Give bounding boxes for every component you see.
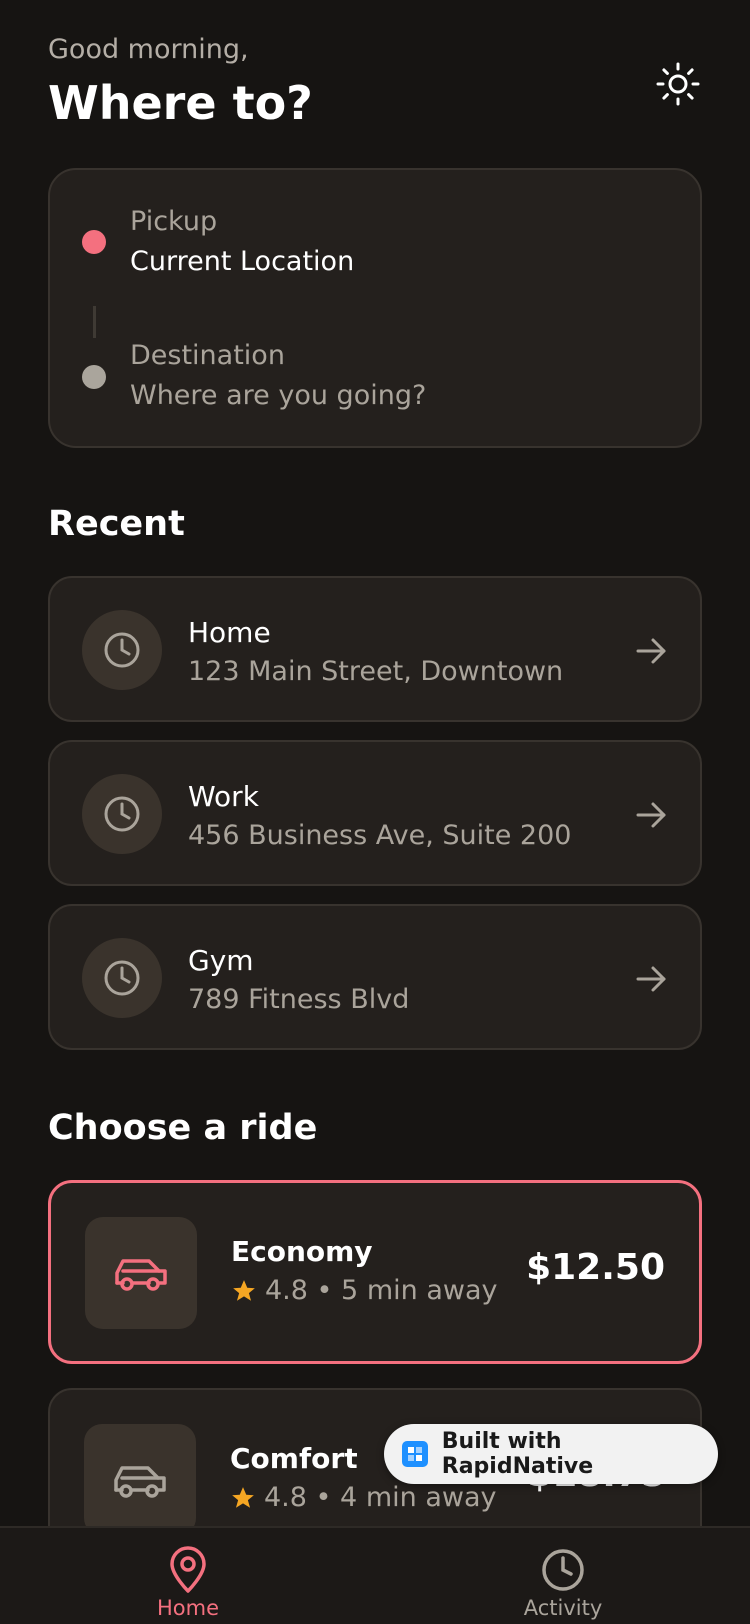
recent-icon-circle bbox=[82, 774, 162, 854]
arrow-right-icon bbox=[636, 966, 666, 992]
greeting-text: Good morning, bbox=[48, 34, 249, 65]
badge-text: Built with RapidNative bbox=[441, 1429, 594, 1479]
recent-item-work[interactable]: Work 456 Business Ave, Suite 200 bbox=[48, 740, 702, 886]
recent-item-home[interactable]: Home 123 Main Street, Downtown bbox=[48, 576, 702, 722]
star-icon bbox=[231, 1278, 257, 1304]
ride-eta: • 5 min away bbox=[316, 1275, 498, 1306]
ride-meta: 4.8 • 4 min away bbox=[230, 1482, 496, 1513]
nav-label: Activity bbox=[523, 1596, 603, 1620]
ride-eta: • 4 min away bbox=[315, 1482, 497, 1513]
recent-icon-circle bbox=[82, 938, 162, 1018]
theme-toggle-button[interactable] bbox=[654, 60, 702, 108]
star-icon bbox=[230, 1485, 256, 1511]
destination-input[interactable]: Where are you going? bbox=[130, 380, 426, 411]
ride-name: Comfort bbox=[230, 1442, 358, 1475]
ride-rating: 4.8 bbox=[265, 1275, 308, 1306]
ride-rating: 4.8 bbox=[264, 1482, 307, 1513]
ride-section-title: Choose a ride bbox=[48, 1108, 318, 1148]
page-title: Where to? bbox=[48, 76, 313, 130]
nav-item-home[interactable]: Home bbox=[113, 1528, 263, 1624]
ride-name: Economy bbox=[231, 1235, 373, 1268]
car-icon bbox=[115, 1259, 167, 1291]
arrow-right-icon bbox=[636, 638, 666, 664]
map-pin-icon bbox=[170, 1546, 206, 1593]
built-with-badge[interactable]: Built with RapidNative bbox=[384, 1424, 718, 1484]
car-icon bbox=[114, 1466, 166, 1498]
car-icon-box bbox=[85, 1217, 197, 1329]
ride-option-economy[interactable]: Economy 4.8 • 5 min away $12.50 bbox=[48, 1180, 702, 1364]
clock-icon bbox=[104, 632, 140, 668]
route-connector bbox=[93, 306, 96, 338]
ride-meta: 4.8 • 5 min away bbox=[231, 1275, 497, 1306]
recent-item-address: 456 Business Ave, Suite 200 bbox=[188, 820, 572, 851]
recent-item-name: Work bbox=[188, 780, 259, 813]
destination-dot bbox=[82, 365, 106, 389]
clock-icon bbox=[104, 796, 140, 832]
recent-item-name: Home bbox=[188, 616, 271, 649]
nav-item-activity[interactable]: Activity bbox=[488, 1528, 638, 1624]
recent-item-address: 123 Main Street, Downtown bbox=[188, 656, 564, 687]
pickup-dot bbox=[82, 230, 106, 254]
clock-icon bbox=[542, 1549, 584, 1591]
recent-item-name: Gym bbox=[188, 944, 254, 977]
rapidnative-logo-icon bbox=[402, 1441, 428, 1467]
ride-price: $12.50 bbox=[526, 1247, 665, 1288]
pickup-field[interactable]: Current Location bbox=[130, 246, 354, 277]
recent-item-address: 789 Fitness Blvd bbox=[188, 984, 410, 1015]
route-card: Pickup Current Location Destination Wher… bbox=[48, 168, 702, 448]
recent-item-gym[interactable]: Gym 789 Fitness Blvd bbox=[48, 904, 702, 1050]
recent-section-title: Recent bbox=[48, 504, 185, 544]
recent-icon-circle bbox=[82, 610, 162, 690]
sun-icon bbox=[656, 62, 700, 106]
pickup-label: Pickup bbox=[130, 206, 218, 237]
destination-label: Destination bbox=[130, 340, 285, 371]
arrow-right-icon bbox=[636, 802, 666, 828]
car-icon-box bbox=[84, 1424, 196, 1536]
bottom-nav: Home Activity bbox=[0, 1526, 750, 1624]
nav-label: Home bbox=[156, 1596, 219, 1620]
clock-icon bbox=[104, 960, 140, 996]
